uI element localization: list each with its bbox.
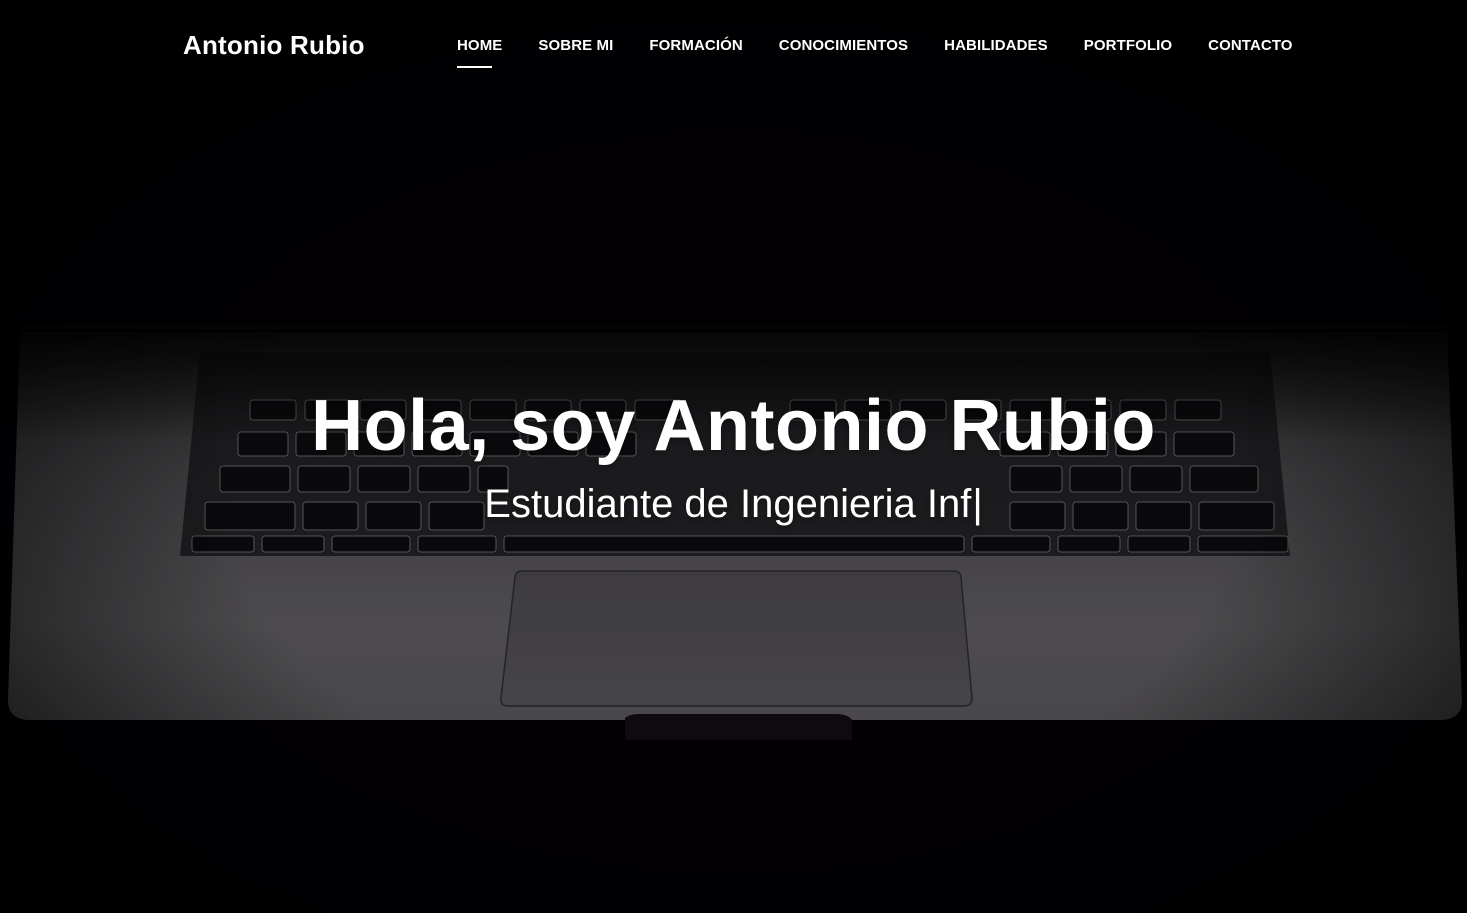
hero-section: Hola, soy Antonio Rubio Estudiante de In… [0, 380, 1467, 528]
nav-item-portfolio[interactable]: PORTFOLIO [1084, 37, 1172, 66]
nav-item-sobre-mi[interactable]: SOBRE MI [538, 37, 613, 66]
brand-logo-link[interactable]: Antonio Rubio [183, 30, 365, 61]
hero-title: Hola, soy Antonio Rubio [311, 386, 1156, 466]
typed-cursor: | [972, 482, 983, 526]
hero-subtitle-typed-text: Estudiante de Ingenieria Inf [484, 482, 972, 526]
nav-item-conocimientos[interactable]: CONOCIMIENTOS [779, 37, 908, 66]
nav-menu: HOME SOBRE MI FORMACIÓN CONOCIMIENTOS HA… [457, 37, 1293, 68]
hero-subtitle: Estudiante de Ingenieria Inf| [0, 480, 1467, 528]
nav-item-formacion[interactable]: FORMACIÓN [649, 37, 742, 66]
nav-item-home[interactable]: HOME [457, 37, 502, 68]
navbar: Antonio Rubio HOME SOBRE MI FORMACIÓN CO… [0, 0, 1467, 92]
nav-item-contacto[interactable]: CONTACTO [1208, 37, 1292, 66]
page: Antonio Rubio HOME SOBRE MI FORMACIÓN CO… [0, 0, 1467, 913]
nav-item-habilidades[interactable]: HABILIDADES [944, 37, 1048, 66]
